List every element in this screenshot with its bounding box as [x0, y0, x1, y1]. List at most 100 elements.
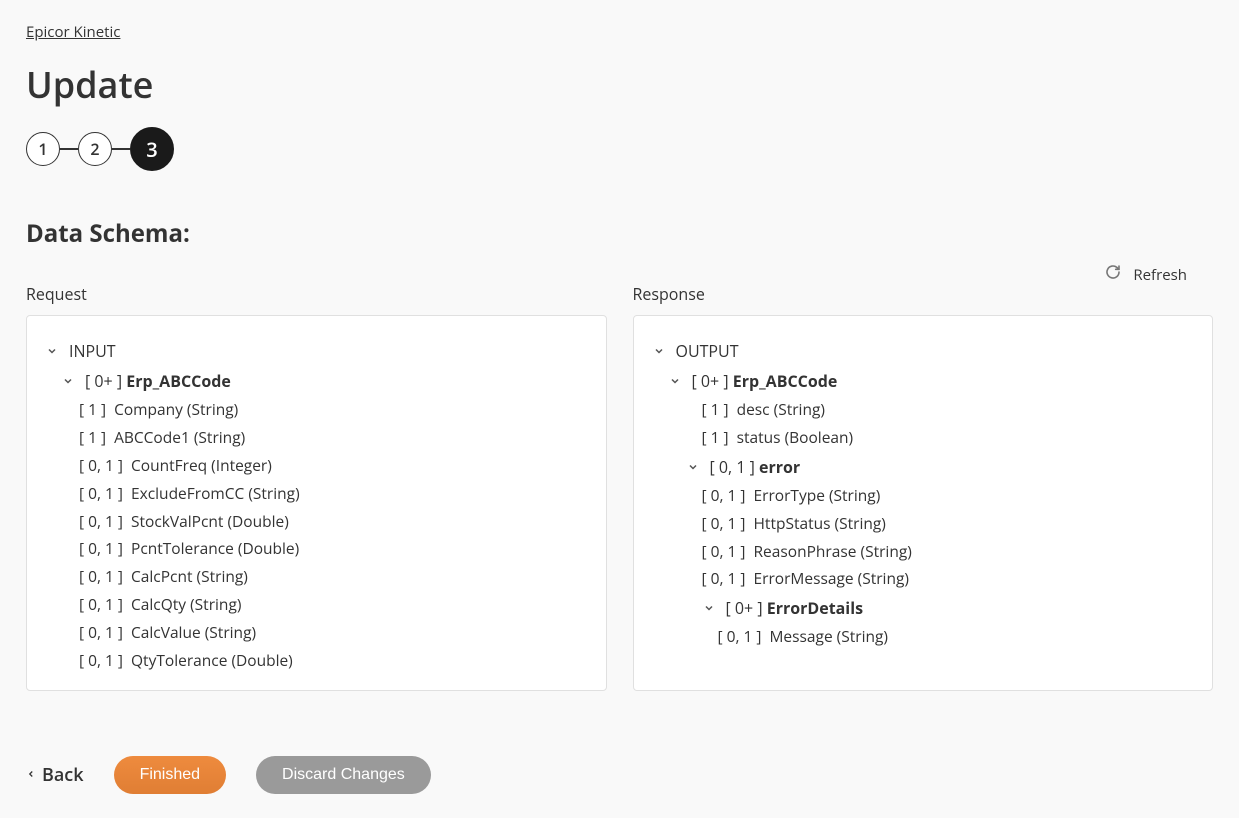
field-name: ABCCode1	[110, 426, 194, 448]
tree-leaf[interactable]: [ 0, 1 ] ReasonPhrase (String)	[652, 538, 1195, 566]
tree-label: INPUT	[69, 340, 116, 362]
cardinality: [ 0, 1 ]	[702, 512, 746, 534]
field-type: (Double)	[231, 649, 292, 671]
tree-leaf[interactable]: [ 0, 1 ] CalcValue (String)	[45, 619, 588, 647]
tree-leaf[interactable]: [ 0, 1 ] QtyTolerance (Double)	[45, 647, 588, 675]
response-panel: OUTPUT [ 0+ ] Erp_ABCCode [ 1 ] desc (St…	[633, 315, 1214, 691]
field-type: (String)	[858, 567, 909, 589]
field-name: ErrorType	[749, 484, 828, 506]
refresh-label: Refresh	[1133, 265, 1187, 285]
field-name: CalcPcnt	[127, 565, 197, 587]
field-name: HttpStatus	[749, 512, 834, 534]
tree-node-error[interactable]: [ 0, 1 ] error	[652, 452, 1195, 482]
field-name: ExcludeFromCC	[127, 482, 248, 504]
step-2[interactable]: 2	[78, 132, 112, 166]
field-name: PcntTolerance	[127, 537, 238, 559]
field-type: (String)	[190, 593, 241, 615]
field-name: Erp_ABCCode	[126, 370, 231, 392]
field-type: (Integer)	[211, 454, 272, 476]
tree-leaf[interactable]: [ 0, 1 ] CountFreq (Integer)	[45, 452, 588, 480]
tree-node-group[interactable]: [ 0+ ] Erp_ABCCode	[45, 366, 588, 396]
tree-leaf[interactable]: [ 1 ] Company (String)	[45, 396, 588, 424]
back-button[interactable]: Back	[26, 763, 84, 787]
cardinality: [ 0, 1 ]	[702, 567, 746, 589]
back-label: Back	[42, 763, 84, 787]
field-name: CalcValue	[127, 621, 205, 643]
step-connector	[112, 148, 130, 150]
tree-leaf[interactable]: [ 0, 1 ] CalcQty (String)	[45, 591, 588, 619]
finished-button[interactable]: Finished	[114, 756, 226, 794]
tree-leaf[interactable]: [ 1 ] desc (String)	[652, 396, 1195, 424]
step-3[interactable]: 3	[130, 127, 174, 171]
tree-leaf[interactable]: [ 0, 1 ] StockValPcnt (Double)	[45, 508, 588, 536]
field-name: ReasonPhrase	[749, 540, 860, 562]
field-type: (String)	[774, 398, 825, 420]
step-1[interactable]: 1	[26, 132, 60, 166]
cardinality: [ 0+ ]	[726, 597, 763, 619]
tree-leaf[interactable]: [ 0, 1 ] ErrorMessage (String)	[652, 565, 1195, 593]
tree-node-error-details[interactable]: [ 0+ ] ErrorDetails	[652, 593, 1195, 623]
chevron-down-icon	[652, 345, 666, 357]
breadcrumb[interactable]: Epicor Kinetic	[26, 22, 120, 42]
field-type: (Double)	[238, 537, 299, 559]
field-name: desc	[733, 398, 774, 420]
cardinality: [ 1 ]	[702, 398, 729, 420]
cardinality: [ 0, 1 ]	[718, 625, 762, 647]
field-type: (String)	[829, 484, 880, 506]
tree-leaf[interactable]: [ 0, 1 ] CalcPcnt (String)	[45, 563, 588, 591]
cardinality: [ 0+ ]	[85, 370, 122, 392]
cardinality: [ 0, 1 ]	[710, 456, 755, 478]
discard-button[interactable]: Discard Changes	[256, 756, 431, 794]
tree-leaf[interactable]: [ 0, 1 ] Message (String)	[652, 623, 1195, 651]
stepper: 1 2 3	[26, 127, 1213, 171]
field-name: Company	[110, 398, 187, 420]
tree-leaf[interactable]: [ 1 ] ABCCode1 (String)	[45, 424, 588, 452]
step-connector	[60, 148, 78, 150]
chevron-left-icon	[26, 763, 36, 787]
field-type: (String)	[837, 625, 888, 647]
response-label: Response	[633, 283, 1214, 305]
field-type: (String)	[861, 540, 912, 562]
cardinality: [ 1 ]	[79, 426, 106, 448]
field-type: (Double)	[227, 510, 288, 532]
tree-leaf[interactable]: [ 0, 1 ] ExcludeFromCC (String)	[45, 480, 588, 508]
section-title: Data Schema:	[26, 217, 1213, 250]
field-name: Erp_ABCCode	[733, 370, 838, 392]
tree-node-group[interactable]: [ 0+ ] Erp_ABCCode	[652, 366, 1195, 396]
cardinality: [ 0, 1 ]	[79, 621, 123, 643]
cardinality: [ 0, 1 ]	[79, 593, 123, 615]
refresh-button[interactable]: Refresh	[1105, 264, 1187, 285]
field-name: CountFreq	[127, 454, 211, 476]
cardinality: [ 0, 1 ]	[79, 510, 123, 532]
field-type: (String)	[835, 512, 886, 534]
request-panel: INPUT [ 0+ ] Erp_ABCCode [ 1 ] Company (…	[26, 315, 607, 691]
field-name: Message	[765, 625, 836, 647]
field-type: (String)	[205, 621, 256, 643]
request-label: Request	[26, 283, 607, 305]
chevron-down-icon	[686, 461, 700, 473]
cardinality: [ 0, 1 ]	[79, 482, 123, 504]
cardinality: [ 1 ]	[702, 426, 729, 448]
cardinality: [ 0+ ]	[692, 370, 729, 392]
tree-leaf[interactable]: [ 0, 1 ] PcntTolerance (Double)	[45, 535, 588, 563]
field-type: (String)	[187, 398, 238, 420]
field-type: (Boolean)	[785, 426, 854, 448]
tree-leaf[interactable]: [ 0, 1 ] HttpStatus (String)	[652, 510, 1195, 538]
tree-node-input[interactable]: INPUT	[45, 336, 588, 366]
tree-leaf[interactable]: [ 1 ] status (Boolean)	[652, 424, 1195, 452]
cardinality: [ 0, 1 ]	[79, 565, 123, 587]
cardinality: [ 0, 1 ]	[702, 484, 746, 506]
field-name: error	[759, 456, 800, 478]
field-type: (String)	[248, 482, 299, 504]
field-name: CalcQty	[127, 593, 190, 615]
refresh-icon	[1105, 264, 1121, 285]
chevron-down-icon	[45, 345, 59, 357]
chevron-down-icon	[668, 375, 682, 387]
field-name: ErrorMessage	[749, 567, 857, 589]
chevron-down-icon	[61, 375, 75, 387]
tree-node-output[interactable]: OUTPUT	[652, 336, 1195, 366]
cardinality: [ 0, 1 ]	[79, 649, 123, 671]
tree-leaf[interactable]: [ 0, 1 ] ErrorType (String)	[652, 482, 1195, 510]
tree-label: OUTPUT	[676, 340, 739, 362]
cardinality: [ 0, 1 ]	[79, 454, 123, 476]
